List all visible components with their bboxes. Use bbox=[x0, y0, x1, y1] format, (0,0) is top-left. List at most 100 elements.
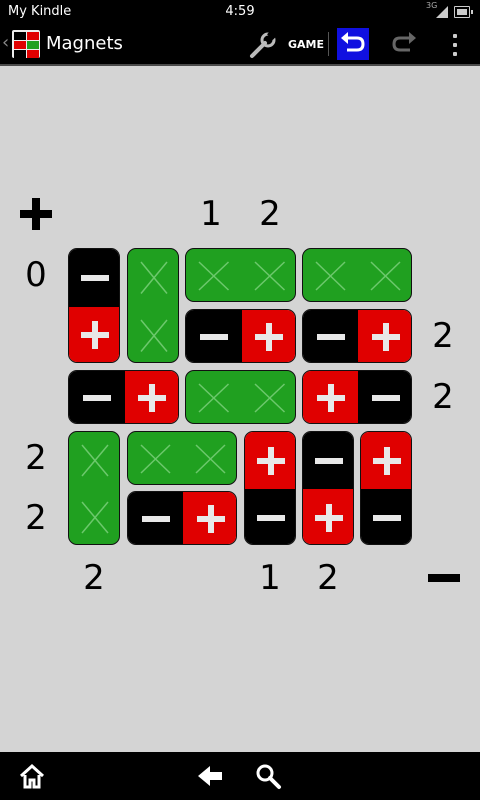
plus-symbol bbox=[327, 384, 334, 412]
left-plus-clue: 0 bbox=[25, 255, 47, 295]
empty-domino[interactable] bbox=[302, 248, 412, 302]
magnet-domino[interactable] bbox=[185, 309, 296, 363]
minus-symbol bbox=[257, 514, 285, 521]
undo-button[interactable] bbox=[337, 28, 369, 60]
empty-domino[interactable] bbox=[127, 431, 237, 485]
empty-cell bbox=[242, 249, 296, 301]
top-plus-clue: 2 bbox=[259, 194, 281, 234]
back-arrow-icon[interactable] bbox=[196, 762, 224, 790]
empty-domino[interactable] bbox=[185, 370, 296, 424]
empty-cell bbox=[183, 432, 236, 484]
battery-icon bbox=[454, 6, 473, 18]
signal-icon bbox=[436, 6, 448, 18]
empty-cell bbox=[186, 249, 242, 301]
magnet-domino[interactable] bbox=[302, 309, 412, 363]
status-bar: My Kindle 4:59 3G bbox=[0, 0, 480, 24]
plus-symbol bbox=[382, 323, 389, 351]
app-icon-cell bbox=[27, 32, 39, 40]
empty-x-mark bbox=[140, 444, 171, 474]
positive-pole bbox=[361, 432, 411, 489]
minus-sign-icon bbox=[428, 574, 460, 582]
empty-x-mark bbox=[315, 261, 346, 291]
app-icon-cell bbox=[14, 32, 26, 40]
minus-symbol bbox=[373, 514, 401, 521]
magnet-domino[interactable] bbox=[68, 370, 179, 424]
empty-cell bbox=[358, 249, 411, 301]
app-icon-cell bbox=[14, 50, 26, 58]
right-minus-clue: 2 bbox=[432, 377, 454, 417]
empty-x-mark bbox=[198, 383, 230, 413]
action-bar: ‹ Magnets GAME bbox=[0, 24, 480, 64]
plus-symbol bbox=[207, 505, 214, 533]
magnet-domino[interactable] bbox=[127, 491, 237, 545]
empty-x-mark bbox=[370, 261, 401, 291]
empty-cell bbox=[242, 371, 296, 423]
app-icon-cell bbox=[27, 50, 39, 58]
empty-cell bbox=[303, 249, 358, 301]
empty-x-mark bbox=[253, 383, 285, 413]
empty-x-mark bbox=[195, 444, 226, 474]
negative-pole bbox=[69, 371, 125, 423]
negative-pole bbox=[128, 492, 183, 544]
wrench-icon[interactable] bbox=[248, 30, 278, 60]
right-minus-clue: 2 bbox=[432, 316, 454, 356]
plus-symbol bbox=[92, 321, 98, 350]
redo-button[interactable] bbox=[388, 28, 420, 60]
empty-x-mark bbox=[140, 319, 168, 352]
search-icon[interactable] bbox=[254, 762, 282, 790]
plus-symbol bbox=[149, 384, 156, 412]
app-icon-cell bbox=[27, 41, 39, 49]
magnet-domino[interactable] bbox=[244, 431, 296, 545]
minus-symbol bbox=[199, 334, 228, 340]
magnet-domino[interactable] bbox=[302, 370, 412, 424]
app-title: Magnets bbox=[46, 33, 123, 54]
positive-pole bbox=[358, 310, 411, 362]
negative-pole bbox=[245, 489, 295, 544]
plus-sign-icon bbox=[20, 198, 52, 230]
negative-pole bbox=[361, 489, 411, 544]
positive-pole bbox=[241, 310, 295, 362]
empty-cell bbox=[128, 432, 183, 484]
home-icon[interactable] bbox=[18, 762, 46, 790]
empty-cell bbox=[128, 249, 178, 307]
minus-symbol bbox=[82, 395, 111, 401]
positive-pole bbox=[303, 489, 353, 544]
minus-symbol bbox=[316, 334, 345, 340]
plus-symbol bbox=[268, 446, 274, 475]
bottom-minus-clue: 1 bbox=[259, 558, 281, 598]
minus-symbol bbox=[371, 395, 400, 401]
positive-pole bbox=[303, 371, 358, 423]
positive-pole bbox=[183, 492, 236, 544]
plus-symbol bbox=[266, 323, 273, 351]
action-divider bbox=[328, 32, 329, 56]
magnet-domino[interactable] bbox=[360, 431, 412, 545]
empty-x-mark bbox=[81, 444, 109, 477]
action-bar-divider bbox=[0, 64, 480, 66]
empty-x-mark bbox=[81, 501, 109, 534]
empty-domino[interactable] bbox=[68, 431, 120, 545]
status-time: 4:59 bbox=[225, 4, 255, 19]
negative-pole bbox=[358, 371, 411, 423]
minus-symbol bbox=[81, 274, 109, 281]
empty-x-mark bbox=[198, 261, 230, 291]
magnet-domino[interactable] bbox=[68, 248, 120, 363]
empty-domino[interactable] bbox=[127, 248, 179, 363]
game-menu-button[interactable]: GAME bbox=[288, 38, 324, 51]
top-plus-clue: 1 bbox=[200, 194, 222, 234]
empty-cell bbox=[186, 371, 242, 423]
bottom-nav-bar bbox=[0, 752, 480, 800]
magnet-domino[interactable] bbox=[302, 431, 354, 545]
positive-pole bbox=[69, 306, 119, 362]
app-icon-cell bbox=[14, 41, 26, 49]
empty-cell bbox=[69, 432, 119, 489]
chevron-left-icon[interactable]: ‹ bbox=[2, 32, 9, 53]
empty-domino[interactable] bbox=[185, 248, 296, 302]
undo-icon bbox=[341, 32, 365, 52]
magnets-app-icon[interactable] bbox=[12, 30, 40, 58]
plus-symbol bbox=[326, 503, 332, 532]
positive-pole bbox=[124, 371, 178, 423]
left-plus-clue: 2 bbox=[25, 438, 47, 478]
overflow-menu-icon[interactable] bbox=[448, 32, 462, 58]
bottom-minus-clue: 2 bbox=[317, 558, 339, 598]
negative-pole bbox=[303, 432, 353, 489]
